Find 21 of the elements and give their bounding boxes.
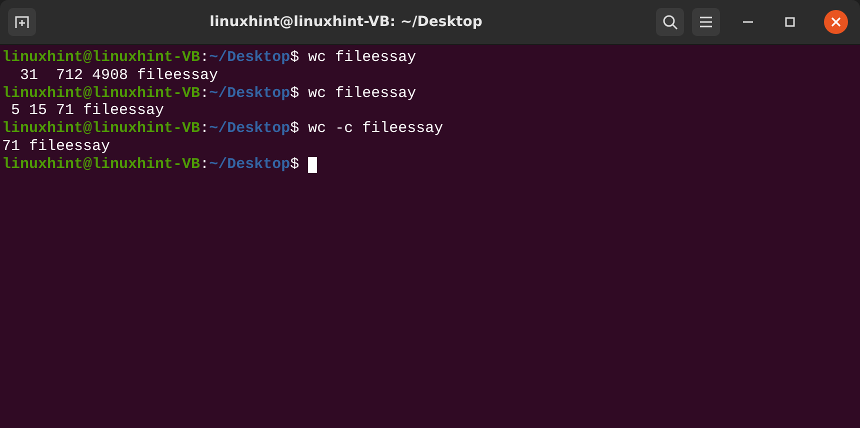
close-button[interactable] (824, 10, 848, 34)
search-button[interactable] (656, 8, 684, 36)
prompt-text: linuxhint@linuxhint-VB:~/Desktop$ (2, 120, 300, 138)
prompt-text: linuxhint@linuxhint-VB:~/Desktop$ (2, 156, 300, 174)
menu-button[interactable] (692, 8, 720, 36)
menu-icon (699, 16, 713, 28)
command-text: wc fileessay (308, 84, 416, 102)
output-text: 71 fileessay (2, 138, 110, 156)
command-text: wc fileessay (308, 49, 416, 67)
prompt-text: linuxhint@linuxhint-VB:~/Desktop$ (2, 84, 300, 102)
prompt-text: linuxhint@linuxhint-VB:~/Desktop$ (2, 49, 300, 67)
output-text: 31 712 4908 fileessay (19, 66, 218, 85)
new-tab-button[interactable] (8, 8, 36, 36)
close-icon (831, 17, 841, 27)
maximize-icon (785, 17, 795, 27)
command-text: wc -c fileessay (308, 120, 444, 138)
window-title: linuxhint@linuxhint-VB: ~/Desktop (208, 14, 484, 30)
output-text: 5 15 71 fileessay (10, 102, 164, 120)
minimize-icon (743, 21, 753, 23)
search-icon (662, 14, 678, 30)
new-tab-icon (15, 15, 29, 29)
